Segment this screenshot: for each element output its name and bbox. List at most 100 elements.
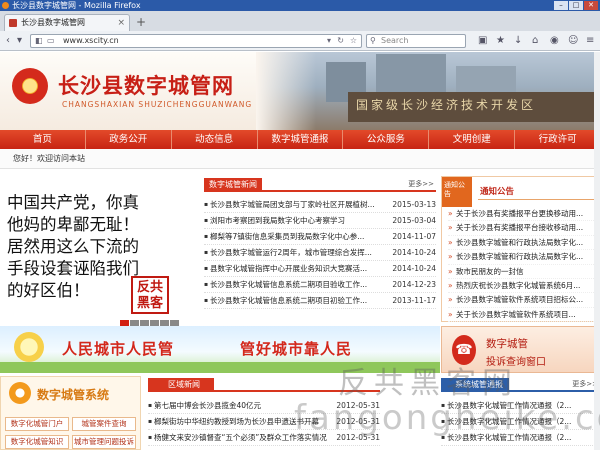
firefox-icon (2, 2, 9, 9)
region-news-tab[interactable]: 区域新闻 (148, 378, 214, 392)
news-panel-header: 数字城管新闻 更多>> (204, 178, 436, 192)
hotline-title: 数字城管 (486, 338, 528, 350)
vertical-scrollbar[interactable] (594, 52, 600, 450)
news-item[interactable]: 长沙县数字城管运行2周年，城市管理综合发挥...2014-10-24 (204, 245, 436, 261)
site-title[interactable]: 长沙县数字城管网 (58, 70, 234, 100)
menu-item-news-updates[interactable]: 动态信息 (172, 130, 258, 149)
tab-strip: 长沙县数字城管网 × + (0, 11, 600, 31)
notice-item[interactable]: 长沙县数字城管和行政执法局数字化... (448, 250, 598, 265)
slogan-line: 他妈的卑鄙无耻！ (7, 215, 139, 234)
notice-item[interactable]: 关于长沙县有奖播报平台接收移动用... (448, 221, 598, 236)
news-item[interactable]: 长沙县数字城管局团支部与丁家岭社区开展植树...2015-03-13 (204, 197, 436, 213)
notice-item[interactable]: 长沙县数字城管软件系统项目招标公... (448, 293, 598, 308)
header-wall-text: 国家级长沙经济技术开发区 (356, 98, 537, 112)
bulletin-item[interactable]: 长沙县数字化城管工作情况通报（2... (441, 414, 593, 430)
notice-ribbon: 通知公告 (442, 177, 472, 207)
region-news-item[interactable]: 榔梨街坊中华纽约教授到场为长沙县申遗送书开幕2012-05-31 (148, 414, 380, 430)
menu-item-permits[interactable]: 行政许可 (515, 130, 600, 149)
tab-close-button[interactable]: × (117, 15, 125, 31)
site-identity-icon[interactable]: ◧ (35, 35, 43, 47)
news-more-link[interactable]: 更多>> (408, 179, 434, 189)
notice-item[interactable]: 热烈庆祝长沙县数字化城管系统6月... (448, 279, 598, 294)
news-item[interactable]: 榔梨等7镇街信息采集员到我局数字化中心参...2014-11-07 (204, 229, 436, 245)
back-arrow-icon[interactable]: ‹ (6, 34, 10, 47)
system-panel: 数字城管系统 数字化城管门户 城管案件查询 数字化城管知识 城市管理问题投诉 (0, 376, 141, 450)
chat-icon[interactable]: ☺ (568, 34, 578, 47)
news-item[interactable]: 浏阳市考察团到我局数字化中心考察学习2015-03-04 (204, 213, 436, 229)
notice-item[interactable]: 长沙县数字城管和行政执法局数字化... (448, 236, 598, 251)
notice-item[interactable]: 关于长沙县数字城管软件系统项目... (448, 308, 598, 323)
region-news-list: 第七届中博会长沙县揽金40亿元2012-05-31 榔梨街坊中华纽约教授到场为长… (148, 398, 380, 446)
notice-panel: 通知公告 通知公告 关于长沙县有奖播报平台更换移动用... 关于长沙县有奖播报平… (441, 176, 600, 323)
bulletin-item[interactable]: 长沙县数字化城管工作情况通报（2... (441, 398, 593, 414)
menu-item-gov-affairs[interactable]: 政务公开 (86, 130, 172, 149)
history-dropdown-icon[interactable]: ▾ (17, 34, 22, 47)
slogan-line: 中国共产党，你真 (7, 193, 139, 212)
navigation-toolbar: ‹ ▾ ◧ ▭ www.xscity.cn ▾ ↻ ☆ ⚲ Search ▣ ★… (0, 31, 600, 51)
banner-text-left: 人民城市人民管 (62, 340, 175, 358)
maximize-button[interactable]: □ (569, 1, 583, 10)
menu-item-bulletins[interactable]: 数字城管通报 (258, 130, 344, 149)
slogan-line: 居然用这么下流的 (7, 237, 139, 256)
region-news-item[interactable]: 第七届中博会长沙县揽金40亿元2012-05-31 (148, 398, 380, 414)
system-title: 数字城管系统 (37, 388, 110, 402)
pocket-icon[interactable]: ◉ (550, 34, 559, 47)
sun-graphic (14, 332, 44, 362)
home-icon[interactable]: ⌂ (532, 34, 538, 47)
news-item[interactable]: 长沙县数字化城管信息系统二期项目初验工作...2013-11-17 (204, 293, 436, 309)
site-subtitle: CHANGSHAXIAN SHUZICHENGGUANWANG (62, 100, 253, 109)
gear-icon (9, 382, 31, 404)
search-icon: ⚲ (370, 36, 376, 45)
window-titlebar: 长沙县数字城管网 - Mozilla Firefox – □ ✕ (0, 0, 600, 11)
notice-title: 通知公告 (480, 187, 515, 197)
url-bar[interactable]: ◧ ▭ www.xscity.cn ▾ ↻ ☆ (30, 34, 362, 48)
knowledge-button[interactable]: 数字化城管知识 (5, 435, 69, 449)
browser-tab[interactable]: 长沙县数字城管网 × (4, 14, 130, 31)
reading-list-icon[interactable]: ▣ (478, 34, 487, 47)
banner-text-right: 管好城市靠人民 (240, 340, 353, 358)
complaint-button[interactable]: 城市管理问题投诉 (72, 435, 136, 449)
hotline-subtitle: 投诉查询窗口 (486, 357, 546, 368)
portal-button[interactable]: 数字化城管门户 (5, 417, 69, 431)
slogan-text: 中国共产党，你真 他妈的卑鄙无耻！ 居然用这么下流的 手段设套诬陷我们 的好区伯… (7, 192, 199, 302)
welcome-bar: 您好！欢迎访问本站 (0, 149, 600, 169)
news-item[interactable]: 长沙县数字化城管信息系统二期项目验收工作...2014-12-23 (204, 277, 436, 293)
menu-item-home[interactable]: 首页 (0, 130, 86, 149)
search-bar[interactable]: ⚲ Search (366, 34, 466, 48)
news-item[interactable]: 县数字化城管指挥中心开展业务知识大竞赛活...2014-10-24 (204, 261, 436, 277)
region-news-header: 区域新闻 (148, 378, 380, 392)
slogan-line: 的好区伯！ (7, 281, 90, 300)
bookmark-star-icon[interactable]: ☆ (350, 35, 357, 47)
notice-item[interactable]: 关于长沙县有奖播报平台更换移动用... (448, 207, 598, 222)
downloads-icon[interactable]: ↓ (514, 34, 522, 47)
reload-icon[interactable]: ↻ (337, 35, 344, 47)
slogan-line: 手段设套诬陷我们 (7, 259, 139, 278)
bulletin-list: 长沙县数字化城管工作情况通报（2... 长沙县数字化城管工作情况通报（2... … (441, 398, 593, 446)
bookmarks-icon[interactable]: ★ (496, 34, 505, 47)
minimize-button[interactable]: – (554, 1, 568, 10)
seal-line: 反共 (136, 280, 163, 295)
menu-item-public-service[interactable]: 公众服务 (343, 130, 430, 149)
complaint-query-banner[interactable]: ☎ 数字城管 投诉查询窗口 (441, 326, 600, 373)
bulletin-item[interactable]: 长沙县数字化城管工作情况通报（2... (441, 430, 593, 446)
news-panel-tab[interactable]: 数字城管新闻 (204, 178, 262, 192)
seal-stamp: 反共 黑客 (131, 276, 169, 314)
menu-item-civilization[interactable]: 文明创建 (429, 130, 516, 149)
url-text: www.xscity.cn (63, 36, 119, 45)
window-controls: – □ ✕ (554, 1, 598, 10)
close-window-button[interactable]: ✕ (584, 1, 598, 10)
slideshow-image[interactable]: 中国共产党，你真 他妈的卑鄙无耻！ 居然用这么下流的 手段设套诬陷我们 的好区伯… (0, 178, 199, 324)
notice-item[interactable]: 致市民朋友的一封信 (448, 265, 598, 279)
new-tab-button[interactable]: + (136, 16, 146, 28)
tab-title: 长沙县数字城管网 (21, 18, 85, 27)
slogan-banner: 人民城市人民管 管好城市靠人民 (0, 326, 440, 373)
region-news-item[interactable]: 杨健文来安沙镇督查“五个必须”及群众工作落实情况2012-05-31 (148, 430, 380, 446)
seal-line: 黑客 (136, 296, 163, 311)
menu-icon[interactable]: ≡ (586, 34, 594, 47)
url-dropdown-icon[interactable]: ▾ (327, 35, 331, 47)
site-logo-icon[interactable] (12, 68, 48, 104)
case-query-button[interactable]: 城管案件查询 (72, 417, 136, 431)
site-header: 国家级长沙经济技术开发区 长沙县数字城管网 CHANGSHAXIAN SHUZI… (0, 52, 600, 130)
bulletin-panel-tab[interactable]: 系统城管通报 (441, 378, 509, 392)
window-title: 长沙县数字城管网 - Mozilla Firefox (12, 1, 141, 10)
